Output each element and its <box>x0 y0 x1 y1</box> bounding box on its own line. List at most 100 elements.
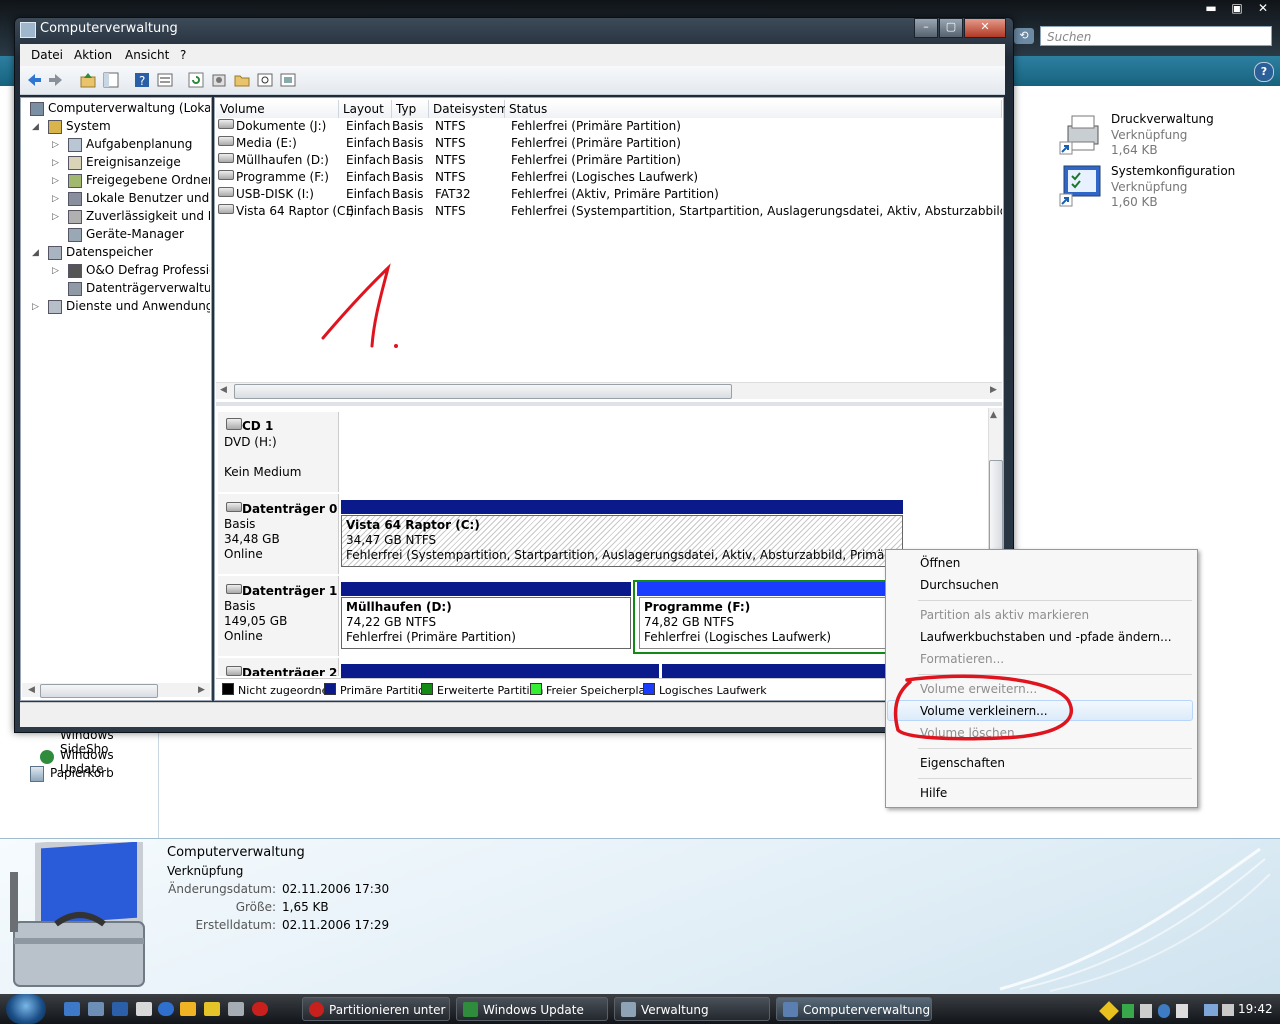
nav-item-papierkorb[interactable]: Papierkorb <box>50 766 114 780</box>
tree-expander-icon[interactable]: ◢ <box>32 248 39 258</box>
tree-item[interactable]: Aufgabenplanung <box>86 137 192 151</box>
menu-item-eigenschaften[interactable]: Eigenschaften <box>920 756 1005 770</box>
menu-item-hilfe[interactable]: Hilfe <box>920 786 947 800</box>
tree-item[interactable]: Ereignisanzeige <box>86 155 181 169</box>
scroll-left-arrow-icon[interactable]: ◀ <box>28 685 35 695</box>
help-icon[interactable]: ? <box>134 72 150 88</box>
scroll-up-arrow-icon[interactable]: ▲ <box>990 410 997 420</box>
tree-item[interactable]: Lokale Benutzer und Gru <box>86 191 210 205</box>
table-row[interactable]: Vista 64 Raptor (C:) Einfach Basis NTFS Fehl… <box>216 203 1002 220</box>
partition-programme-f[interactable]: Programme (F:) 74,82 GB NTFS Fehlerfrei … <box>639 597 899 649</box>
tree-expander-icon[interactable]: ▷ <box>52 140 59 150</box>
menu-item-durchsuchen[interactable]: Durchsuchen <box>920 578 999 592</box>
quicklaunch-icon[interactable] <box>204 1002 220 1016</box>
column-header-volume[interactable]: Volume <box>216 100 339 118</box>
taskbar-button-windows-update[interactable]: Windows Update <box>456 997 608 1021</box>
browser-icon[interactable] <box>158 1002 174 1016</box>
volume-icon[interactable] <box>1222 1004 1234 1016</box>
media-player-icon[interactable] <box>180 1002 196 1016</box>
tree-item[interactable]: Zuverlässigkeit und Leis <box>86 209 210 223</box>
start-button[interactable] <box>6 994 46 1024</box>
table-row[interactable]: USB-DISK (I:) Einfach Basis FAT32 Fehlerfrei… <box>216 186 1002 203</box>
forward-icon[interactable] <box>48 72 64 88</box>
properties-icon[interactable] <box>157 72 173 88</box>
minimize-icon[interactable]: ▬ <box>1198 0 1224 16</box>
table-row[interactable]: Dokumente (J:) Einfach Basis NTFS Fehlerfrei… <box>216 118 1002 135</box>
table-row[interactable]: Media (E:) Einfach Basis NTFS Fehlerfrei (Pr… <box>216 135 1002 152</box>
partition-muellhaufen-d[interactable]: Müllhaufen (D:) 74,22 GB NTFS Fehlerfrei… <box>341 597 631 649</box>
disk-label-cd1[interactable]: CD 1 DVD (H:) Kein Medium <box>218 412 339 492</box>
tree-item[interactable]: Computerverwaltung (Lokal) <box>48 101 210 115</box>
volume-list-scroll-thumb[interactable] <box>234 384 732 399</box>
taskbar-button-computerverwaltung[interactable]: Computerverwaltung <box>776 997 932 1021</box>
menu-datei[interactable]: Datei <box>31 48 63 62</box>
search-input[interactable]: Suchen <box>1040 26 1272 46</box>
tree-scroll-thumb[interactable] <box>40 684 158 698</box>
tree-expander-icon[interactable]: ▷ <box>32 302 39 312</box>
network-icon[interactable] <box>1204 1004 1218 1016</box>
quicklaunch-icon[interactable] <box>228 1002 244 1016</box>
quicklaunch-icon[interactable] <box>112 1002 128 1016</box>
column-header-typ[interactable]: Typ <box>392 100 429 118</box>
tray-warning-icon[interactable] <box>1099 1001 1119 1021</box>
scroll-right-arrow-icon[interactable]: ▶ <box>198 685 205 695</box>
switch-windows-icon[interactable] <box>88 1002 104 1016</box>
maximize-icon[interactable]: ▣ <box>1224 0 1250 16</box>
tree-item[interactable]: Datenträgerverwaltung <box>86 281 210 295</box>
refresh-icon[interactable] <box>188 72 204 88</box>
tree-expander-icon[interactable]: ◢ <box>32 122 39 132</box>
search-icon[interactable] <box>257 72 273 88</box>
disk-label-datentraeger-2[interactable]: Datenträger 2 <box>218 658 339 676</box>
up-icon[interactable] <box>80 72 96 88</box>
menu-item-volume-verkleinern[interactable]: Volume verkleinern... <box>920 704 1048 718</box>
table-row[interactable]: Müllhaufen (D:) Einfach Basis NTFS Fehlerfre… <box>216 152 1002 169</box>
tray-icon[interactable] <box>1140 1004 1152 1018</box>
tree-expander-icon[interactable]: ▷ <box>52 158 59 168</box>
tree-item[interactable]: System <box>66 119 111 133</box>
show-hide-tree-icon[interactable] <box>103 72 119 88</box>
pane-splitter[interactable] <box>216 402 1002 406</box>
show-desktop-icon[interactable] <box>64 1002 80 1016</box>
quicklaunch-icon[interactable] <box>136 1002 152 1016</box>
maximize-button[interactable]: ▢ <box>939 18 963 38</box>
scroll-left-arrow-icon[interactable]: ◀ <box>220 385 227 395</box>
tree-item[interactable]: Geräte-Manager <box>86 227 184 241</box>
refresh-icon[interactable]: ⟲ <box>1014 28 1034 44</box>
back-icon[interactable] <box>26 72 42 88</box>
clock[interactable]: 19:42 <box>1238 1002 1273 1016</box>
menu-item-laufwerkbuchstaben-und-pfade-ändern[interactable]: Laufwerkbuchstaben und -pfade ändern... <box>920 630 1172 644</box>
tree-expander-icon[interactable]: ▷ <box>52 194 59 204</box>
taskbar-button-verwaltung[interactable]: Verwaltung <box>614 997 770 1021</box>
column-header-dateisystem[interactable]: Dateisystem <box>429 100 508 118</box>
tray-icon[interactable] <box>1122 1004 1134 1018</box>
partition-vista-raptor-c[interactable]: Vista 64 Raptor (C:) 34,47 GB NTFS Fehle… <box>341 515 903 567</box>
menu-help[interactable]: ? <box>180 48 186 62</box>
opera-icon[interactable] <box>252 1002 268 1016</box>
tree-expander-icon[interactable]: ▷ <box>52 266 59 276</box>
menu-ansicht[interactable]: Ansicht <box>125 48 169 62</box>
export-icon[interactable] <box>280 72 296 88</box>
tree-expander-icon[interactable]: ▷ <box>52 212 59 222</box>
scroll-right-arrow-icon[interactable]: ▶ <box>990 385 997 395</box>
tree-expander-icon[interactable]: ▷ <box>52 176 59 186</box>
taskbar-button-partitionieren[interactable]: Partitionieren unter ... <box>302 997 450 1021</box>
menu-item-öffnen[interactable]: Öffnen <box>920 556 960 570</box>
tree-item[interactable]: Dienste und Anwendungen <box>66 299 210 313</box>
tray-icon[interactable] <box>1158 1004 1170 1018</box>
column-header-layout[interactable]: Layout <box>339 100 392 118</box>
disk-label-datentraeger-0[interactable]: Datenträger 0 Basis 34,48 GB Online <box>218 494 339 574</box>
minimize-button[interactable]: – <box>914 18 938 38</box>
tray-icon[interactable] <box>1176 1004 1188 1018</box>
close-button[interactable]: ✕ <box>964 18 1006 38</box>
tree-item[interactable]: Freigegebene Ordner <box>86 173 210 187</box>
close-icon[interactable]: ✕ <box>1250 0 1276 16</box>
help-icon[interactable]: ? <box>1254 62 1274 82</box>
open-folder-icon[interactable] <box>234 72 250 88</box>
column-header-status[interactable]: Status <box>505 100 1002 118</box>
tree-item[interactable]: O&O Defrag Profession <box>86 263 210 277</box>
tree-item[interactable]: Datenspeicher <box>66 245 153 259</box>
table-row[interactable]: Programme (F:) Einfach Basis NTFS Fehlerfrei… <box>216 169 1002 186</box>
settings-icon[interactable] <box>211 72 227 88</box>
menu-aktion[interactable]: Aktion <box>74 48 112 62</box>
disk-label-datentraeger-1[interactable]: Datenträger 1 Basis 149,05 GB Online <box>218 576 339 656</box>
